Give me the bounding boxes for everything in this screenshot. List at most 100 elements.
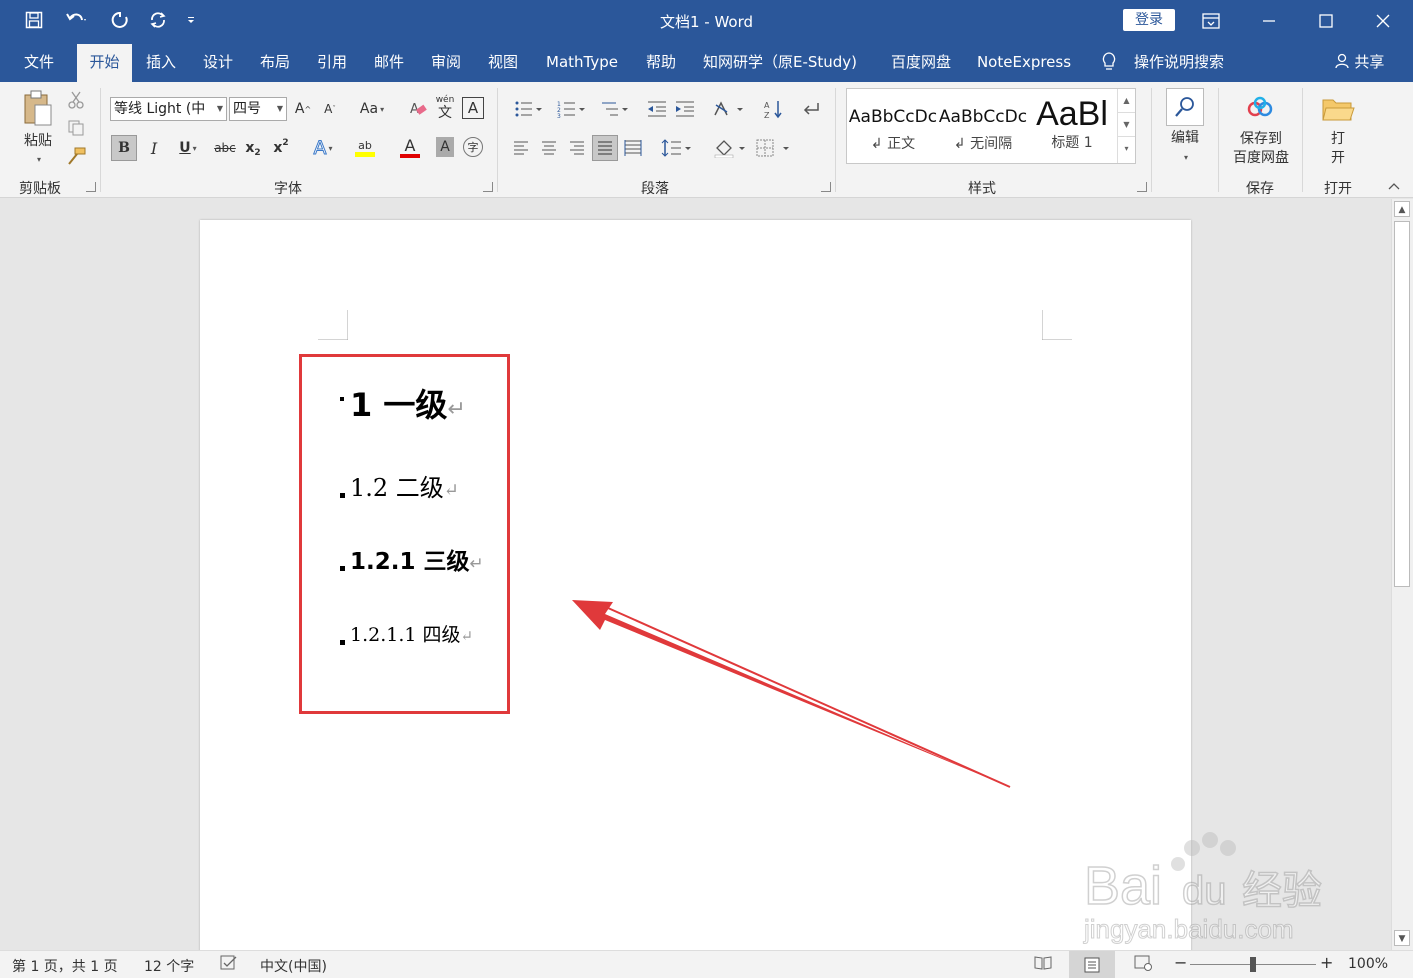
scroll-down-icon[interactable]: ▼ bbox=[1394, 930, 1410, 946]
maximize-icon[interactable] bbox=[1313, 8, 1339, 34]
tab-mathtype[interactable]: MathType bbox=[540, 42, 624, 82]
zoom-level[interactable]: 100% bbox=[1348, 956, 1388, 972]
shading-icon[interactable] bbox=[710, 135, 748, 161]
paste-icon[interactable] bbox=[20, 88, 56, 128]
editing-dropdown-icon[interactable]: ▾ bbox=[1180, 152, 1192, 162]
paste-dropdown-icon[interactable]: ▾ bbox=[34, 154, 44, 164]
grow-font-button[interactable]: A ^ bbox=[293, 97, 313, 121]
style-heading-1[interactable]: AaBl 标题 1 bbox=[1027, 89, 1117, 163]
open-button-line2[interactable]: 开 bbox=[1318, 149, 1358, 168]
tab-home[interactable]: 开始 bbox=[77, 44, 132, 82]
web-layout-icon[interactable] bbox=[1134, 955, 1152, 975]
superscript-button[interactable]: x2 bbox=[271, 135, 291, 161]
character-shading-button[interactable]: A bbox=[436, 137, 454, 157]
sort-icon[interactable]: AZ bbox=[762, 97, 786, 121]
show-formatting-marks-icon[interactable] bbox=[800, 97, 822, 121]
tab-file[interactable]: 文件 bbox=[14, 42, 64, 82]
tab-insert[interactable]: 插入 bbox=[137, 42, 185, 82]
format-painter-icon[interactable] bbox=[66, 146, 88, 166]
gallery-more-icon[interactable]: ▾ bbox=[1118, 137, 1135, 161]
highlight-button[interactable]: ab bbox=[347, 135, 383, 161]
proofing-icon[interactable] bbox=[220, 955, 238, 975]
minimize-icon[interactable] bbox=[1256, 8, 1282, 34]
editing-button[interactable]: 编辑 bbox=[1162, 129, 1208, 148]
tab-design[interactable]: 设计 bbox=[194, 42, 242, 82]
tab-layout[interactable]: 布局 bbox=[251, 42, 299, 82]
character-border-button[interactable]: A bbox=[462, 97, 484, 119]
justify-icon[interactable] bbox=[592, 135, 618, 161]
paste-label[interactable]: 粘贴 bbox=[18, 132, 58, 151]
zoom-out-button[interactable]: − bbox=[1174, 953, 1187, 972]
tell-me-search[interactable]: 操作说明搜索 bbox=[1130, 42, 1228, 82]
open-button-line1[interactable]: 打 bbox=[1318, 130, 1358, 149]
ribbon-display-options-icon[interactable] bbox=[1198, 8, 1224, 34]
collapse-ribbon-icon[interactable] bbox=[1386, 180, 1402, 192]
tab-mailings[interactable]: 邮件 bbox=[365, 42, 413, 82]
styles-launcher-icon[interactable] bbox=[1137, 182, 1147, 192]
font-size-combo[interactable]: 四号 ▼ bbox=[229, 97, 287, 121]
close-icon[interactable] bbox=[1370, 8, 1396, 34]
align-center-icon[interactable] bbox=[538, 135, 560, 161]
subscript-button[interactable]: x2 bbox=[243, 135, 263, 161]
align-right-icon[interactable] bbox=[566, 135, 588, 161]
increase-indent-icon[interactable] bbox=[674, 97, 696, 121]
align-left-icon[interactable] bbox=[510, 135, 532, 161]
tab-noteexpress[interactable]: NoteExpress bbox=[972, 42, 1076, 82]
phonetic-guide-button[interactable]: wén 文 bbox=[433, 94, 457, 122]
find-icon[interactable] bbox=[1166, 88, 1204, 126]
underline-button[interactable]: U ▾ bbox=[170, 135, 206, 161]
multilevel-list-icon[interactable] bbox=[596, 97, 632, 121]
enclose-characters-button[interactable]: 字 bbox=[463, 137, 483, 157]
font-name-combo[interactable]: 等线 Light (中 ▼ bbox=[110, 97, 227, 121]
decrease-indent-icon[interactable] bbox=[646, 97, 668, 121]
strikethrough-button[interactable]: abc bbox=[212, 135, 238, 161]
distributed-icon[interactable] bbox=[622, 135, 644, 161]
svg-text:A: A bbox=[764, 101, 770, 110]
share-button[interactable]: 共享 bbox=[1328, 42, 1390, 82]
scroll-thumb[interactable] bbox=[1394, 221, 1410, 587]
scroll-up-icon[interactable]: ▲ bbox=[1394, 201, 1410, 217]
tab-references[interactable]: 引用 bbox=[308, 42, 356, 82]
clear-formatting-icon[interactable]: A bbox=[406, 97, 430, 121]
tab-review[interactable]: 审阅 bbox=[422, 42, 470, 82]
font-group-label: 字体 bbox=[274, 181, 302, 197]
bullets-icon[interactable] bbox=[510, 97, 546, 121]
zoom-slider-thumb[interactable] bbox=[1250, 957, 1256, 972]
login-button[interactable]: 登录 bbox=[1123, 9, 1175, 31]
borders-icon[interactable] bbox=[752, 135, 792, 161]
text-effects-button[interactable]: A ▾ bbox=[306, 135, 340, 161]
folder-open-icon[interactable] bbox=[1320, 92, 1356, 124]
gallery-down-icon[interactable]: ▼ bbox=[1118, 113, 1135, 137]
style-no-spacing[interactable]: AaBbCcDc ↲ 无间隔 bbox=[937, 89, 1029, 163]
print-layout-icon[interactable] bbox=[1069, 951, 1115, 978]
zoom-in-button[interactable]: + bbox=[1320, 953, 1333, 972]
baidu-netdisk-icon[interactable] bbox=[1244, 94, 1276, 124]
save-to-baidu-button-line1[interactable]: 保存到 bbox=[1222, 130, 1300, 149]
lightbulb-icon[interactable] bbox=[1098, 42, 1120, 82]
gallery-up-icon[interactable]: ▲ bbox=[1118, 89, 1135, 113]
tab-baidu-netdisk[interactable]: 百度网盘 bbox=[884, 42, 958, 82]
page-count[interactable]: 第 1 页，共 1 页 bbox=[12, 956, 118, 976]
italic-button[interactable]: I bbox=[143, 135, 165, 161]
change-case-button[interactable]: Aa ▾ bbox=[355, 97, 389, 121]
bold-button[interactable]: B bbox=[111, 135, 137, 161]
save-to-baidu-button-line2[interactable]: 百度网盘 bbox=[1222, 149, 1300, 168]
paragraph-launcher-icon[interactable] bbox=[821, 182, 831, 192]
cut-icon[interactable] bbox=[66, 90, 86, 110]
tab-view[interactable]: 视图 bbox=[479, 42, 527, 82]
tab-help[interactable]: 帮助 bbox=[638, 42, 684, 82]
language-indicator[interactable]: 中文(中国) bbox=[260, 956, 327, 976]
font-color-button[interactable]: A bbox=[391, 135, 429, 161]
word-count[interactable]: 12 个字 bbox=[144, 956, 194, 976]
font-launcher-icon[interactable] bbox=[483, 182, 493, 192]
style-normal[interactable]: AaBbCcDc ↲ 正文 bbox=[847, 89, 939, 163]
line-spacing-icon[interactable] bbox=[658, 135, 694, 161]
clipboard-launcher-icon[interactable] bbox=[86, 182, 96, 192]
numbering-icon[interactable]: 123 bbox=[553, 97, 589, 121]
shrink-font-button[interactable]: Aˇ bbox=[320, 97, 340, 121]
vertical-scrollbar[interactable]: ▲ ▼ bbox=[1391, 199, 1413, 950]
tab-estudy[interactable]: 知网研学（原E-Study) bbox=[700, 42, 860, 82]
read-mode-icon[interactable] bbox=[1034, 955, 1052, 975]
chinese-layout-icon[interactable] bbox=[710, 97, 746, 121]
copy-icon[interactable] bbox=[66, 118, 86, 138]
